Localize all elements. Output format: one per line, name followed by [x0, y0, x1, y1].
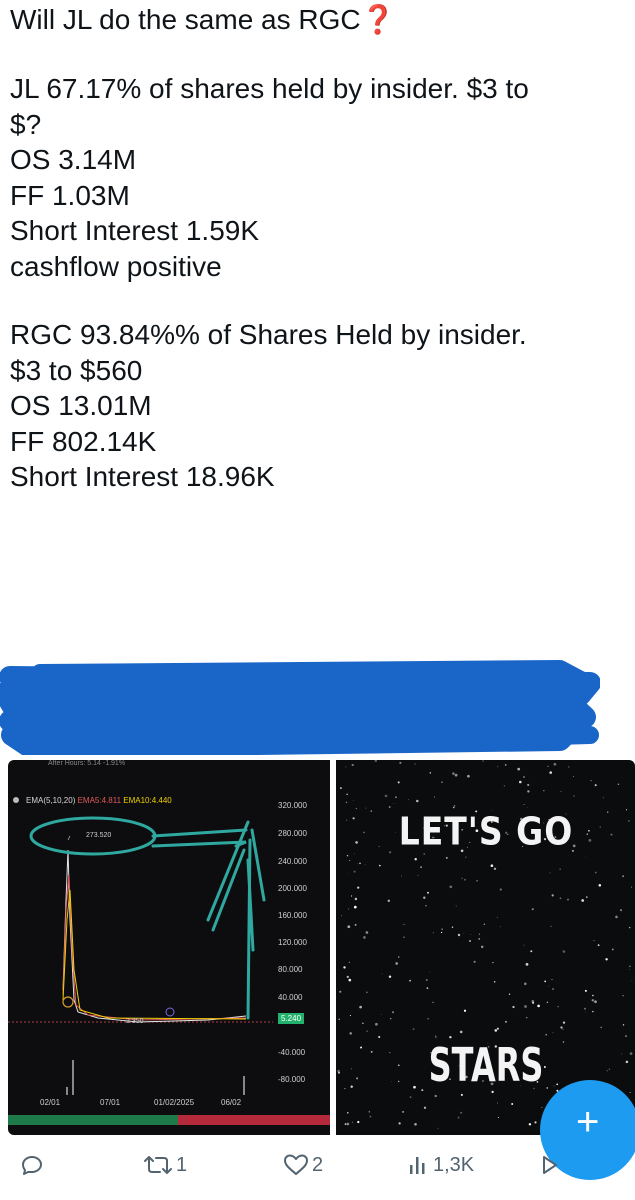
peak-price-label: 273.520 — [86, 832, 112, 839]
ema-legend: EMA(5,10,20) EMA5:4.811 EMA10:4.440 — [26, 796, 172, 805]
reply-icon — [22, 1156, 42, 1175]
post-actions: 1 2 1,3K — [0, 1145, 635, 1185]
share-icon — [543, 1156, 557, 1174]
buy-bar — [8, 1115, 178, 1125]
date-axis: 02/01 07/01 01/02/2025 06/02 — [40, 1098, 242, 1107]
reply-button[interactable] — [20, 1145, 47, 1185]
repost-count: 1 — [176, 1153, 188, 1176]
share-button[interactable] — [540, 1145, 560, 1185]
post-text: Will JL do the same as RGC❓ JL 67.17% of… — [10, 0, 630, 495]
jl-short-interest: Short Interest 1.59K — [10, 215, 260, 246]
question-mark-emoji: ❓ — [360, 4, 396, 35]
repost-button[interactable]: 1 — [143, 1145, 187, 1185]
low-price-label: 2.350 — [126, 1018, 144, 1025]
heart-icon — [284, 1154, 308, 1175]
jl-ff: FF 1.03M — [10, 179, 130, 211]
views-button[interactable]: 1,3K — [408, 1145, 474, 1185]
jl-os: OS 3.14M — [10, 144, 137, 175]
views-icon — [410, 1157, 425, 1174]
current-price-tag: 5.240 — [278, 1013, 305, 1024]
like-button[interactable]: 2 — [283, 1145, 323, 1185]
repost-icon — [144, 1156, 172, 1174]
views-count: 1,3K — [433, 1153, 475, 1176]
post-title: Will JL do the same as RGC❓ — [10, 4, 396, 35]
redaction-scribble — [0, 660, 600, 755]
media-grid[interactable]: After Hours: 5.14 -1.91% EMA(5,10,20) EM… — [8, 760, 635, 1135]
jl-cashflow: cashflow positive — [10, 250, 222, 282]
rgc-ff: FF 802.14K — [10, 425, 157, 457]
lets-go-stars-image[interactable]: LET'S GO STARS — [336, 760, 635, 1135]
rgc-os: OS 13.01M — [10, 390, 152, 421]
rgc-line-1: RGC 93.84%% of Shares Held by insider. — [10, 319, 527, 350]
plus-icon: + — [576, 1100, 600, 1144]
rgc-line-2: $3 to $560 — [10, 354, 143, 386]
sell-bar — [178, 1115, 330, 1125]
rgc-short-interest: Short Interest 18.96K — [10, 461, 275, 492]
like-count: 2 — [312, 1153, 324, 1176]
jl-line-2: $? — [10, 108, 42, 140]
jl-line-1: JL 67.17% of shares held by insider. $3 … — [10, 73, 529, 104]
stock-chart-image[interactable]: After Hours: 5.14 -1.91% EMA(5,10,20) EM… — [8, 760, 330, 1135]
lets-go-text: LET'S GO — [398, 809, 574, 854]
